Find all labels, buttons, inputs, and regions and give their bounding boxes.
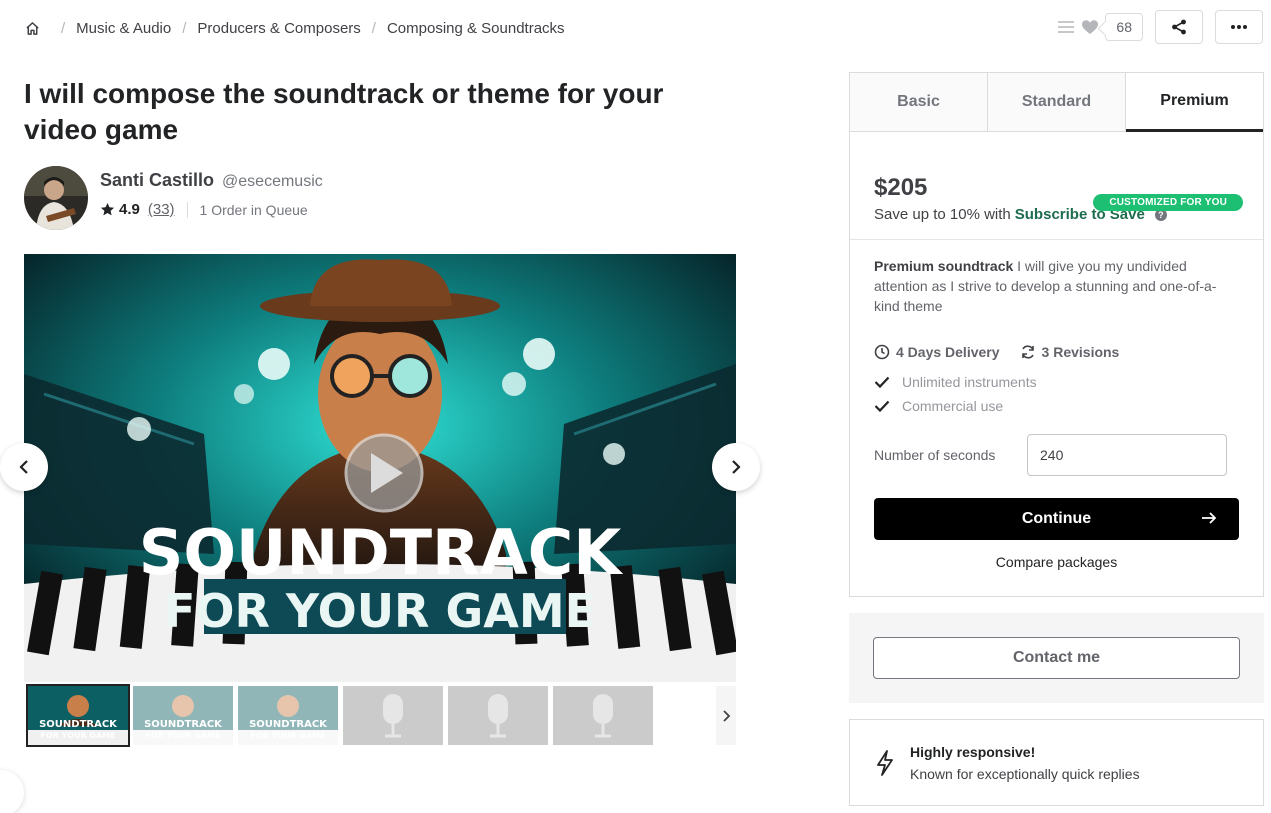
seller-handle: @esecemusic <box>222 173 323 190</box>
thumbnails-next-button[interactable] <box>716 686 736 745</box>
save-prefix: Save up to 10% with <box>874 206 1011 223</box>
divider <box>850 239 1263 240</box>
share-button[interactable] <box>1155 10 1203 44</box>
arrow-right-icon <box>1202 512 1217 524</box>
continue-button[interactable]: Continue <box>874 498 1239 540</box>
package-features: Unlimited instruments Commercial use <box>874 374 1239 414</box>
tab-standard[interactable]: Standard <box>988 73 1126 131</box>
breadcrumb-music-audio[interactable]: Music & Audio <box>76 20 171 37</box>
heart-icon[interactable] <box>1081 19 1099 35</box>
save-to-list-button[interactable]: 68 <box>1057 13 1143 41</box>
reviews-count-link[interactable]: (33) <box>148 201 175 218</box>
list-icon <box>1058 21 1075 33</box>
seconds-input[interactable] <box>1027 434 1227 476</box>
feature-label: Unlimited instruments <box>902 374 1037 390</box>
gallery-thumbnail-audio[interactable] <box>343 686 443 745</box>
gallery-title-line2: FOR YOUR GAME <box>164 584 596 638</box>
gallery-thumbnails: SOUNDTRACK FOR YOUR GAME SOUNDTRACK FOR … <box>26 684 653 747</box>
contact-me-button[interactable]: Contact me <box>873 637 1240 679</box>
gallery-thumbnail-audio[interactable] <box>448 686 548 745</box>
thumb-title-line1: SOUNDTRACK <box>249 719 328 730</box>
chevron-left-icon <box>19 460 28 474</box>
feature-item: Commercial use <box>874 398 1239 414</box>
responsive-highlight: Highly responsive! Known for exceptional… <box>849 719 1264 806</box>
seconds-label: Number of seconds <box>874 447 996 463</box>
compare-packages-link[interactable]: Compare packages <box>874 554 1239 570</box>
more-options-button[interactable] <box>1215 10 1263 44</box>
check-icon <box>874 376 890 389</box>
gallery-title-line1: SOUNDTRACK <box>139 516 624 589</box>
continue-label: Continue <box>1021 510 1092 527</box>
meta-divider <box>186 201 188 218</box>
gallery-thumbnail[interactable]: SOUNDTRACK FOR YOUR GAME <box>26 684 130 747</box>
lightning-icon <box>877 749 893 776</box>
package-description: Premium soundtrack I will give you my un… <box>874 256 1239 316</box>
package-desc-title: Premium soundtrack <box>874 258 1014 274</box>
check-icon <box>874 400 890 413</box>
save-count: 68 <box>1105 13 1143 41</box>
star-icon <box>100 202 115 216</box>
seller-overview: Santi Castillo @esecemusic 4.9 (33) 1 Or… <box>24 166 323 230</box>
gig-gallery-main[interactable]: SOUNDTRACK FOR YOUR GAME <box>24 254 736 682</box>
thumb-title-line1: SOUNDTRACK <box>144 719 223 730</box>
contact-section: Contact me <box>849 613 1264 703</box>
home-icon[interactable] <box>24 21 40 37</box>
chevron-right-icon <box>732 460 741 474</box>
seller-name[interactable]: Santi Castillo <box>100 170 214 191</box>
delivery-days: 4 Days Delivery <box>896 344 1000 360</box>
gallery-thumbnail-audio[interactable] <box>553 686 653 745</box>
breadcrumb-producers-composers[interactable]: Producers & Composers <box>197 20 360 37</box>
seller-avatar[interactable] <box>24 166 88 230</box>
thumb-title-line2: FOR YOUR GAME <box>40 731 115 740</box>
breadcrumb-separator: / <box>182 20 187 37</box>
revisions-count: 3 Revisions <box>1041 344 1120 360</box>
top-actions: 68 <box>1057 10 1263 44</box>
tab-basic[interactable]: Basic <box>850 73 988 131</box>
thumb-title-line1: SOUNDTRACK <box>39 719 118 730</box>
gallery-thumbnail[interactable]: SOUNDTRACK FOR YOUR GAME <box>133 686 233 745</box>
gig-title: I will compose the soundtrack or theme f… <box>24 78 664 145</box>
thumb-title-line2: FOR YOUR GAME <box>145 731 220 740</box>
feature-label: Commercial use <box>902 398 1004 414</box>
floating-chat-button[interactable] <box>0 770 24 813</box>
responsive-title: Highly responsive! <box>910 743 1036 760</box>
responsive-text: Known for exceptionally quick replies <box>910 765 1140 782</box>
gallery-prev-button[interactable] <box>0 443 48 491</box>
tab-premium[interactable]: Premium <box>1126 73 1263 132</box>
quantity-row: Number of seconds <box>874 434 1239 476</box>
package-tabs: Basic Standard Premium <box>850 73 1263 132</box>
package-panel: Basic Standard Premium CUSTOMIZED FOR YO… <box>849 72 1264 597</box>
more-icon <box>1231 25 1247 29</box>
chevron-right-icon <box>723 709 730 722</box>
breadcrumb-composing-soundtracks[interactable]: Composing & Soundtracks <box>387 20 565 37</box>
breadcrumb: / Music & Audio / Producers & Composers … <box>24 20 565 37</box>
rating-value: 4.9 <box>119 201 140 218</box>
share-icon <box>1172 19 1186 35</box>
breadcrumb-separator: / <box>371 20 376 37</box>
gallery-next-button[interactable] <box>712 443 760 491</box>
customized-badge: CUSTOMIZED FOR YOU <box>1093 194 1243 211</box>
gallery-thumbnail[interactable]: SOUNDTRACK FOR YOUR GAME <box>238 686 338 745</box>
breadcrumb-separator: / <box>61 20 66 37</box>
orders-in-queue: 1 Order in Queue <box>199 201 308 218</box>
seller-info: Santi Castillo @esecemusic 4.9 (33) 1 Or… <box>100 166 323 230</box>
seller-rating: 4.9 (33) <box>100 201 175 218</box>
delivery-info: 4 Days Delivery 3 Revisions <box>874 344 1239 360</box>
thumb-title-line2: FOR YOUR GAME <box>250 731 325 740</box>
feature-item: Unlimited instruments <box>874 374 1239 390</box>
clock-icon <box>874 344 890 360</box>
refresh-icon <box>1021 345 1034 359</box>
